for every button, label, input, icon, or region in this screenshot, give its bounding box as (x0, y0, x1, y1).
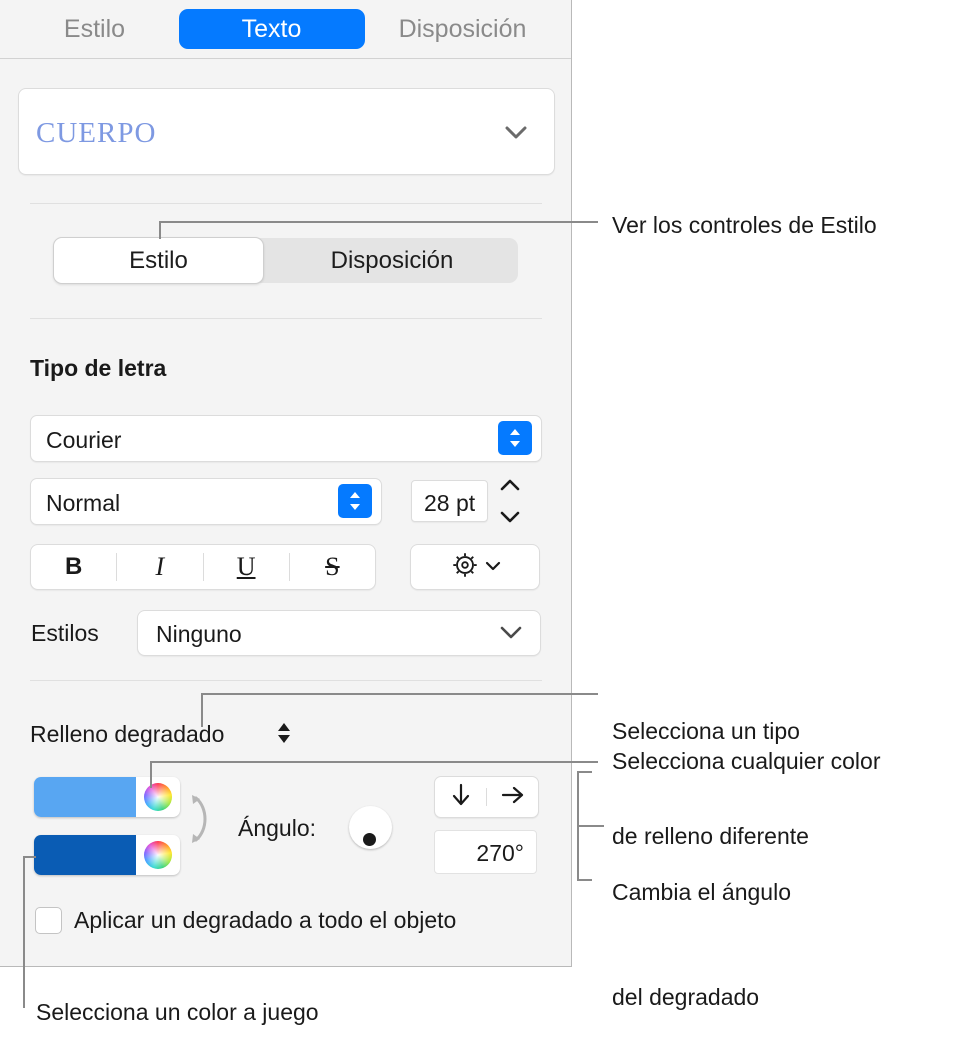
callout-matching-color: Selecciona un color a juego (36, 999, 319, 1025)
leader-line-matching-color (23, 856, 36, 1008)
